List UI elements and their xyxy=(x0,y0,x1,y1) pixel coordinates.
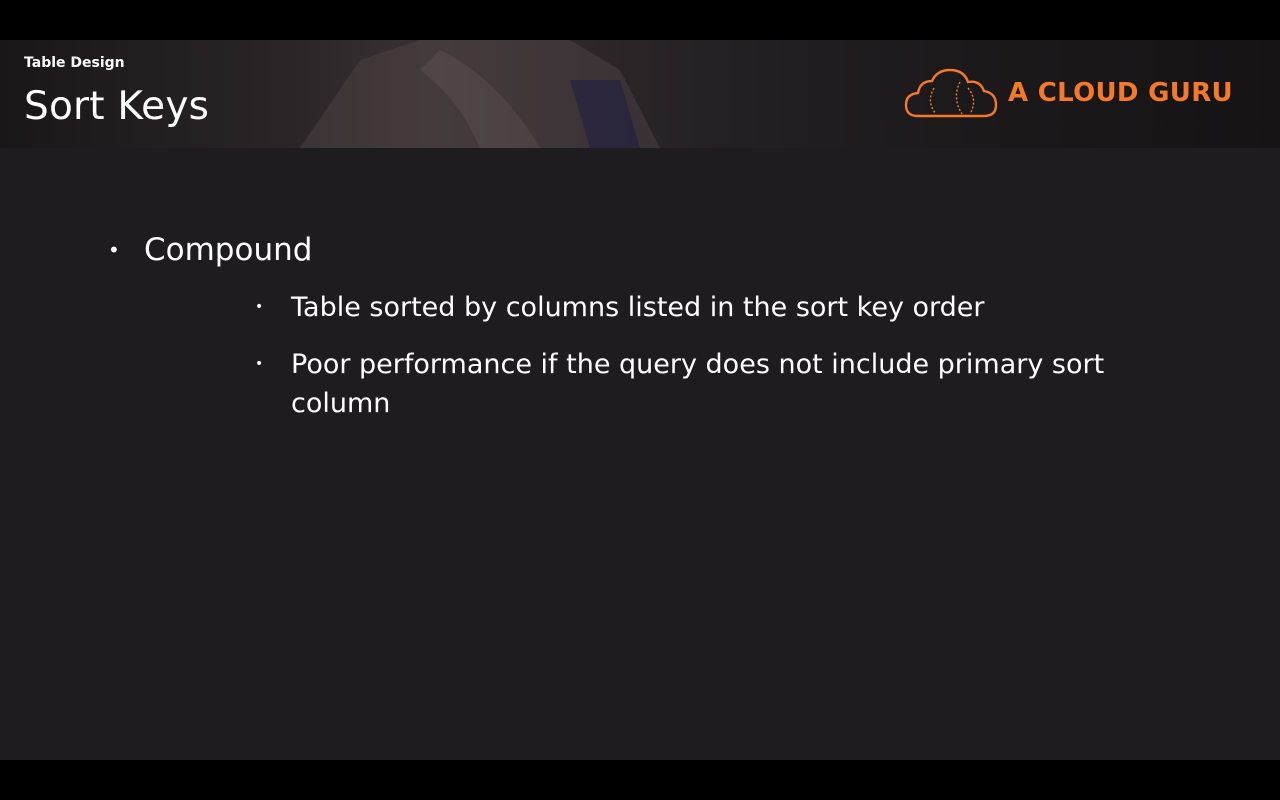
letterbox-bottom xyxy=(0,760,1280,800)
brand-logo: A CLOUD GURU xyxy=(904,66,1244,124)
sub-bullet-text: Poor performance if the query does not i… xyxy=(291,349,1105,419)
bullet-dot-icon: • xyxy=(108,238,120,262)
letterbox-top xyxy=(0,0,1280,40)
slide: Table Design Sort Keys A CLOUD GURU • Co… xyxy=(0,40,1280,760)
page-title: Sort Keys xyxy=(24,84,210,129)
sub-bullet-text: Table sorted by columns listed in the so… xyxy=(291,292,985,323)
header-background-figure xyxy=(300,40,660,148)
bullet-dot-icon: • xyxy=(255,299,264,315)
section-label: Table Design xyxy=(24,55,125,71)
cloud-icon xyxy=(904,68,998,118)
slide-header: Table Design Sort Keys A CLOUD GURU xyxy=(0,40,1280,148)
bullet-dot-icon: • xyxy=(255,356,264,372)
bullet-text: Compound xyxy=(144,232,313,268)
brand-name: A CLOUD GURU xyxy=(1008,78,1233,108)
